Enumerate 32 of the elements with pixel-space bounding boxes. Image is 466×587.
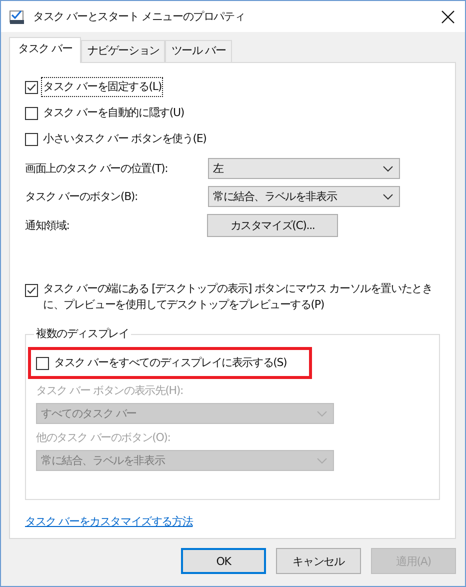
checkbox[interactable] <box>25 106 38 120</box>
dialog-button[interactable]: OK <box>181 548 266 574</box>
checkbox-label[interactable]: タスク バーの端にある [デスクトップの表示] ボタンにマウス カーソルを置いたときに、プレビューを使用してデスクトップをプレビューする(P) <box>41 280 440 314</box>
checkbox[interactable] <box>25 80 38 94</box>
checkbox[interactable] <box>25 284 38 297</box>
checkbox-label[interactable]: タスク バーを自動的に隠す(U) <box>41 103 186 123</box>
setting-label: タスク バー ボタンの表示先(H): <box>36 383 184 398</box>
checkbox[interactable] <box>36 356 49 370</box>
chevron-down-icon <box>317 410 327 416</box>
group-title: 複数のディスプレイ <box>34 326 131 341</box>
checkbox-label[interactable]: タスク バーをすべてのディスプレイに表示する(S) <box>52 353 289 373</box>
chevron-down-icon <box>383 166 393 172</box>
setting-label: 画面上のタスク バーの位置(T): <box>25 161 169 176</box>
customize-button[interactable]: カスタマイズ(C)... <box>207 214 338 237</box>
dropdown[interactable]: 常に結合、ラベルを非表示 <box>208 186 400 207</box>
help-link[interactable]: タスク バーをカスタマイズする方法 <box>25 514 193 529</box>
setting-label: タスク バーのボタン(B): <box>25 189 139 204</box>
tab[interactable]: ツール バー <box>165 40 232 62</box>
dialog-button[interactable]: キャンセル <box>276 548 361 574</box>
window-title: タスク バーとスタート メニューのプロパティ <box>33 9 246 24</box>
tab[interactable]: ナビゲーション <box>81 40 166 62</box>
dropdown[interactable]: 左 <box>208 158 400 179</box>
chevron-down-icon <box>383 194 393 200</box>
chevron-down-icon <box>317 458 327 464</box>
close-icon[interactable] <box>441 10 455 24</box>
tab[interactable]: タスク バー <box>9 37 82 63</box>
setting-label: 通知領域: <box>25 218 70 233</box>
checkbox[interactable] <box>25 132 38 146</box>
checkbox-label[interactable]: タスク バーを固定する(L) <box>41 77 164 97</box>
checkbox-label[interactable]: 小さいタスク バー ボタンを使う(E) <box>41 129 208 149</box>
setting-label: 他のタスク バーのボタン(O): <box>36 430 172 445</box>
taskbar-check-icon <box>9 8 25 24</box>
